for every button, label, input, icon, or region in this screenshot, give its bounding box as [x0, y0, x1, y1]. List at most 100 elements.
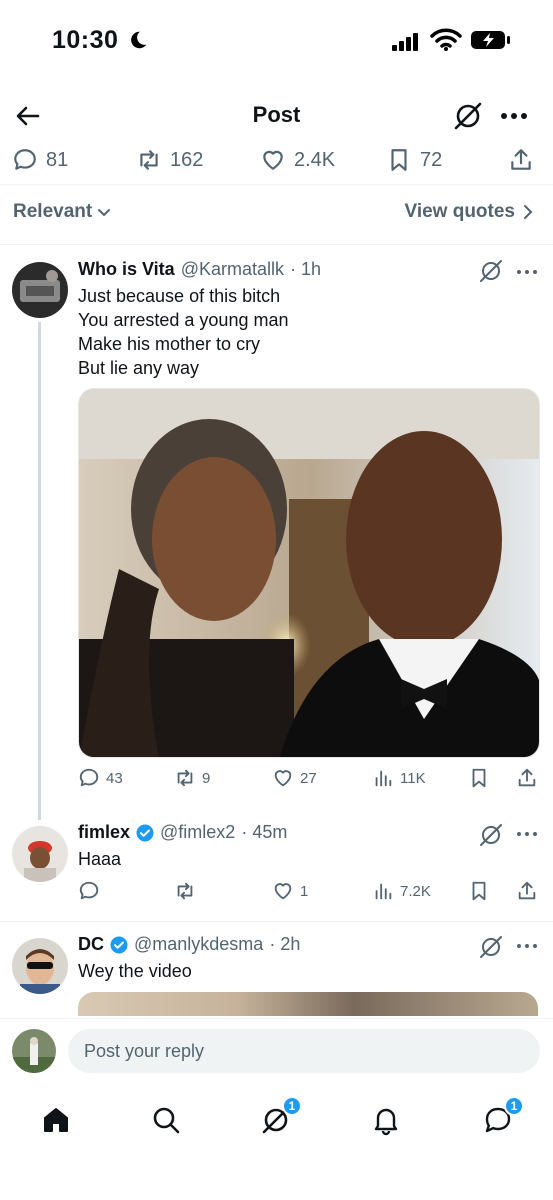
- engagement-bar: 81 162 2.4K 72: [0, 140, 553, 180]
- share-button[interactable]: [516, 767, 538, 789]
- share-button[interactable]: [508, 144, 534, 176]
- signal-icon: [392, 33, 418, 51]
- battery-charging-icon: [471, 31, 510, 49]
- sort-dropdown[interactable]: Relevant: [13, 201, 112, 223]
- post-header: Post: [0, 88, 553, 142]
- like-button[interactable]: 1: [272, 880, 308, 902]
- reply-icon: [14, 149, 36, 170]
- tweet-text: Haaa: [78, 847, 121, 871]
- bottom-nav: 1 1: [0, 1088, 553, 1158]
- tweet-video-preview[interactable]: [78, 992, 538, 1016]
- handle[interactable]: @Karmatallk: [181, 259, 284, 280]
- grok-icon[interactable]: [478, 822, 504, 848]
- nav-home[interactable]: [36, 1100, 76, 1140]
- reply-count: 81: [46, 148, 69, 171]
- bookmark-button[interactable]: [468, 880, 490, 902]
- reply-icon: [79, 768, 99, 787]
- repost-count: 162: [170, 148, 204, 171]
- nav-grok[interactable]: 1: [256, 1096, 302, 1140]
- status-time: 10:30: [52, 26, 119, 54]
- tweet-line: Make his mother to cry: [78, 334, 261, 354]
- reply-input[interactable]: Post your reply: [68, 1029, 540, 1073]
- tweet-photo[interactable]: [78, 388, 540, 758]
- like-button[interactable]: 27: [272, 767, 317, 789]
- tweet-line: Wey the video: [78, 961, 192, 981]
- chevron-right-icon: [524, 205, 533, 219]
- verified-badge-icon: [136, 824, 154, 841]
- reply-button[interactable]: [78, 880, 106, 902]
- notification-badge: 1: [282, 1096, 302, 1116]
- repost-button[interactable]: 9: [174, 767, 210, 789]
- nav-messages[interactable]: 1: [478, 1096, 524, 1140]
- display-name[interactable]: Who is Vita: [78, 259, 175, 280]
- views-chart-icon: [375, 770, 392, 787]
- heart-icon: [274, 770, 292, 787]
- share-icon: [511, 149, 531, 170]
- sort-bar: Relevant View quotes: [0, 196, 553, 232]
- heart-icon: [274, 883, 292, 900]
- tweet-header: Who is Vita @Karmatallk · 1h: [78, 259, 321, 280]
- views-count: 11K: [400, 769, 426, 787]
- divider: [0, 921, 553, 922]
- handle[interactable]: @fimlex2: [160, 822, 235, 843]
- more-options-icon[interactable]: [496, 100, 532, 132]
- nav-search[interactable]: [146, 1100, 186, 1140]
- repost-button[interactable]: [174, 880, 202, 902]
- repost-icon: [140, 150, 158, 170]
- avatar[interactable]: [12, 262, 68, 318]
- reply-count-button[interactable]: 81: [12, 144, 68, 176]
- tweet-line: Haaa: [78, 849, 122, 869]
- bookmark-button[interactable]: [468, 767, 490, 789]
- grok-icon[interactable]: [478, 258, 504, 284]
- repost-count-button[interactable]: 162: [136, 144, 203, 176]
- tweet-header: DC @manlykdesma · 2h: [78, 934, 300, 955]
- like-count: 1: [300, 882, 309, 900]
- nav-notifications[interactable]: [366, 1100, 406, 1140]
- tweet-line: But lie any way: [78, 358, 200, 378]
- avatar[interactable]: [12, 826, 68, 882]
- display-name[interactable]: fimlex: [78, 822, 130, 843]
- photo-image: [79, 389, 539, 757]
- user-avatar[interactable]: [12, 1029, 56, 1073]
- bookmark-icon: [391, 149, 407, 171]
- more-options-icon[interactable]: [514, 938, 540, 954]
- like-count-button[interactable]: 2.4K: [260, 144, 335, 176]
- timestamp: · 45m: [241, 822, 288, 842]
- view-quotes-link[interactable]: View quotes: [404, 201, 535, 223]
- wifi-icon: [430, 28, 462, 51]
- grok-icon[interactable]: [478, 934, 504, 960]
- timestamp: · 2h: [269, 934, 301, 954]
- bookmark-count: 72: [420, 148, 443, 171]
- bookmark-icon: [472, 768, 486, 788]
- handle[interactable]: @manlykdesma: [134, 934, 263, 955]
- share-button[interactable]: [516, 880, 538, 902]
- more-options-icon[interactable]: [514, 826, 540, 842]
- grok-icon[interactable]: [452, 100, 484, 132]
- moon-icon: [131, 31, 147, 49]
- tweet-actions: 1 7.2K: [78, 880, 540, 906]
- view-quotes-label: View quotes: [404, 201, 515, 222]
- reply-composer: Post your reply: [0, 1018, 553, 1082]
- bookmark-count-button[interactable]: 72: [386, 144, 442, 176]
- share-icon: [518, 881, 536, 900]
- repost-count: 9: [202, 769, 211, 787]
- divider: [0, 184, 553, 185]
- views-button[interactable]: 7.2K: [372, 880, 431, 902]
- repost-icon: [177, 882, 193, 900]
- like-count: 2.4K: [294, 148, 336, 171]
- avatar[interactable]: [12, 938, 68, 994]
- bell-icon: [374, 1108, 398, 1136]
- more-options-icon[interactable]: [514, 264, 540, 280]
- tweet-text: Wey the video: [78, 959, 192, 983]
- reply-icon: [79, 881, 99, 900]
- heart-icon: [263, 150, 283, 170]
- tweet-line: Just because of this bitch: [78, 286, 281, 306]
- home-icon: [44, 1108, 68, 1132]
- views-chart-icon: [375, 883, 392, 900]
- reply-count: 43: [106, 769, 123, 787]
- display-name[interactable]: DC: [78, 934, 104, 955]
- thread-line: [38, 322, 41, 820]
- views-button[interactable]: 11K: [372, 767, 426, 789]
- bookmark-icon: [472, 881, 486, 901]
- reply-button[interactable]: 43: [78, 767, 123, 789]
